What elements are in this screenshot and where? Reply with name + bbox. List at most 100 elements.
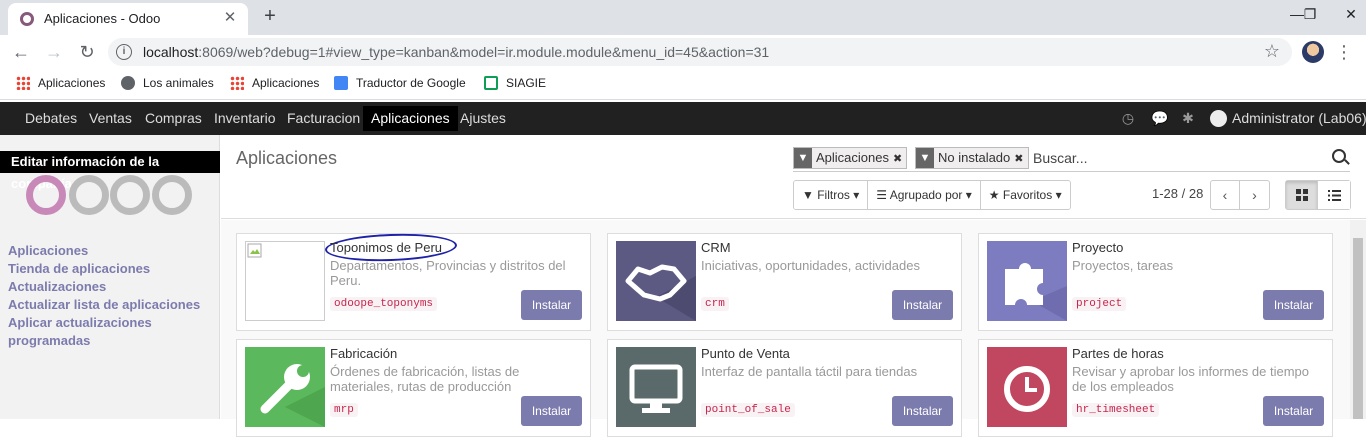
pager-next-icon[interactable]: › (1240, 181, 1269, 209)
filter-icon: ▼ (794, 148, 812, 168)
sidebar-item-aplicaciones[interactable]: Aplicaciones (8, 243, 88, 258)
app-technical-name: hr_timesheet (1072, 403, 1160, 417)
app-summary: Órdenes de fabricación, listas de materi… (330, 364, 520, 394)
tab-title: Aplicaciones - Odoo (44, 11, 161, 26)
browser-tab[interactable]: Aplicaciones - Odoo ✕ (8, 3, 248, 35)
apps-grid-icon (230, 76, 244, 90)
bookmark-item[interactable]: SIAGIE (484, 76, 546, 90)
search-input[interactable] (1033, 148, 1313, 168)
install-button[interactable]: Instalar (1263, 396, 1324, 426)
google-translate-icon (334, 76, 348, 90)
broken-image-icon (245, 241, 325, 321)
app-card[interactable]: CRM Iniciativas, oportunidades, activida… (607, 233, 962, 331)
clock-icon (987, 347, 1067, 427)
sidebar-item-tienda[interactable]: Tienda de aplicaciones (8, 261, 150, 276)
bookmarks-bar: Aplicaciones Los animales Aplicaciones T… (0, 69, 1366, 100)
breadcrumb: Aplicaciones (236, 148, 338, 168)
app-card[interactable]: Toponimos de Peru Departamentos, Provinc… (236, 231, 591, 331)
remove-facet-icon[interactable]: ✖ (1014, 153, 1027, 165)
odoo-logo-part (152, 175, 192, 215)
menu-compras[interactable]: Compras (137, 102, 210, 135)
address-bar[interactable]: i localhost:8069/web?debug=1#view_type=k… (108, 38, 1292, 66)
app-summary: Proyectos, tareas (1072, 258, 1174, 273)
bookmark-item[interactable]: Los animales (121, 76, 214, 90)
user-avatar[interactable] (1210, 110, 1227, 127)
filter-facet[interactable]: ▼ Aplicaciones ✖ (793, 147, 908, 169)
app-title: Fabricación (330, 346, 398, 361)
kanban-view-icon[interactable] (1286, 181, 1318, 209)
site-info-icon[interactable]: i (116, 44, 132, 60)
app-title: Proyecto (1072, 240, 1124, 255)
list-view-icon[interactable] (1318, 181, 1350, 209)
back-icon[interactable]: ← (7, 38, 35, 66)
scrollbar-thumb[interactable] (1353, 238, 1363, 419)
remove-facet-icon[interactable]: ✖ (893, 153, 906, 165)
filters-button[interactable]: ▼ Filtros ▾ (794, 181, 869, 209)
app-summary: Iniciativas, oportunidades, actividades (701, 258, 920, 273)
pager-buttons: ‹ › (1210, 180, 1270, 210)
forward-icon[interactable]: → (40, 38, 68, 66)
app-card[interactable]: Proyecto Proyectos, tareas project Insta… (978, 233, 1333, 331)
sidebar-item-actualizar-lista[interactable]: Actualizar lista de aplicaciones (8, 297, 200, 312)
chat-icon[interactable]: 💬 (1151, 110, 1168, 126)
bookmark-item[interactable]: Aplicaciones (230, 76, 319, 90)
close-window-icon[interactable]: ✕ (1336, 4, 1366, 26)
profile-avatar[interactable] (1302, 41, 1324, 63)
search-icon[interactable] (1332, 149, 1346, 163)
app-title: Partes de horas (1072, 346, 1164, 361)
sidebar-item-aplicar-actualizaciones-cont[interactable]: programadas (8, 333, 90, 348)
menu-facturacion[interactable]: Facturacion (279, 102, 368, 135)
bookmark-item[interactable]: Aplicaciones (16, 76, 105, 90)
install-button[interactable]: Instalar (521, 396, 582, 426)
restore-icon[interactable]: ❐ (1295, 4, 1325, 26)
reload-icon[interactable]: ↻ (73, 38, 101, 66)
install-button[interactable]: Instalar (1263, 290, 1324, 320)
app-card[interactable]: Fabricación Órdenes de fabricación, list… (236, 339, 591, 437)
favorites-button[interactable]: ★ Favoritos ▾ (980, 181, 1070, 209)
install-button[interactable]: Instalar (892, 396, 953, 426)
bookmark-star-icon[interactable]: ☆ (1264, 41, 1280, 62)
install-button[interactable]: Instalar (521, 290, 582, 320)
app-summary: Departamentos, Provincias y distritos de… (330, 258, 566, 288)
view-switcher (1285, 180, 1351, 210)
monitor-icon (616, 347, 696, 427)
sidebar-item-aplicar-actualizaciones[interactable]: Aplicar actualizaciones (8, 315, 152, 330)
siagie-icon (484, 76, 498, 90)
scrollbar[interactable] (1350, 220, 1366, 419)
browser-tabstrip: Aplicaciones - Odoo ✕ + — ❐ ✕ (0, 0, 1366, 35)
menu-debates[interactable]: Debates (17, 102, 85, 135)
sidebar-item-actualizaciones[interactable]: Actualizaciones (8, 279, 106, 294)
close-tab-icon[interactable]: ✕ (220, 8, 240, 28)
odoo-logo[interactable] (26, 175, 66, 215)
app-title: Toponimos de Peru (330, 240, 443, 255)
group-by-button[interactable]: ☰ Agrupado por ▾ (868, 181, 981, 209)
bug-icon[interactable]: ✱ (1180, 110, 1196, 126)
browser-menu-icon[interactable]: ⋮ (1334, 39, 1354, 65)
install-button[interactable]: Instalar (892, 290, 953, 320)
search-options: ▼ Filtros ▾ ☰ Agrupado por ▾ ★ Favoritos… (793, 180, 1071, 210)
pager-previous-icon[interactable]: ‹ (1211, 181, 1240, 209)
menu-inventario[interactable]: Inventario (206, 102, 283, 135)
clock-icon[interactable]: ◷ (1120, 110, 1136, 126)
menu-ajustes[interactable]: Ajustes (452, 102, 514, 135)
pager-value[interactable]: 1-28 / 28 (1152, 186, 1203, 201)
app-technical-name: mrp (330, 403, 358, 417)
app-card[interactable]: Punto de Venta Interfaz de pantalla táct… (607, 339, 962, 437)
filter-facet[interactable]: ▼ No instalado ✖ (915, 147, 1029, 169)
handshake-icon (616, 241, 696, 321)
menu-ventas[interactable]: Ventas (81, 102, 140, 135)
app-card[interactable]: Partes de horas Revisar y aprobar los in… (978, 339, 1333, 437)
app-title: Punto de Venta (701, 346, 790, 361)
app-technical-name: odoope_toponyms (330, 297, 438, 311)
menu-aplicaciones[interactable]: Aplicaciones (363, 106, 458, 131)
new-tab-icon[interactable]: + (258, 5, 282, 29)
user-menu[interactable]: Administrator (Lab06) (1232, 110, 1366, 126)
odoo-favicon-icon (20, 12, 34, 26)
app-summary: Interfaz de pantalla táctil para tiendas (701, 364, 918, 379)
bookmark-item[interactable]: Traductor de Google (334, 76, 466, 90)
browser-toolbar: ← → ↻ i localhost:8069/web?debug=1#view_… (0, 35, 1366, 69)
app-summary: Revisar y aprobar los informes de tiempo… (1072, 364, 1309, 394)
app-technical-name: crm (701, 297, 729, 311)
app-title: CRM (701, 240, 731, 255)
url-text: localhost:8069/web?debug=1#view_type=kan… (143, 44, 770, 60)
